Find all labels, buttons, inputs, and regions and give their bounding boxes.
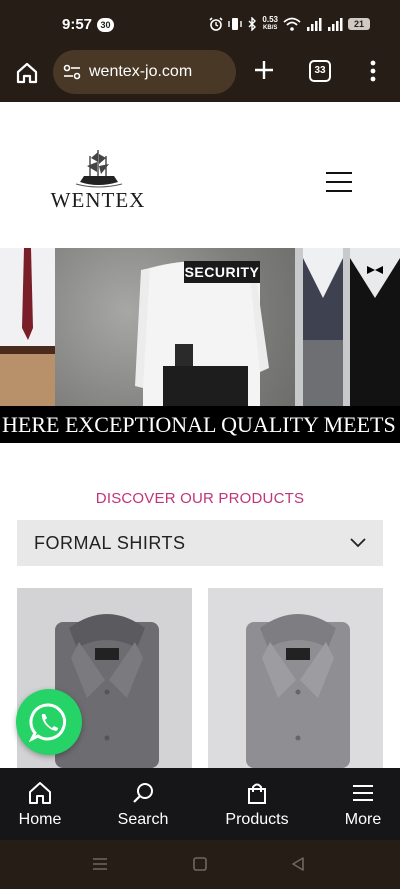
banner-security-label: SECURITY [184, 261, 260, 283]
search-icon [133, 783, 153, 803]
shopping-bag-icon [248, 783, 266, 804]
category-dropdown[interactable]: FORMAL SHIRTS [17, 520, 383, 566]
hamburger-line [326, 172, 352, 174]
bottom-nav: Home Search Products More [0, 768, 400, 840]
system-home-icon[interactable] [193, 857, 207, 871]
bluetooth-icon [248, 17, 257, 31]
whatsapp-chat-button[interactable] [16, 689, 82, 755]
status-icons: 0.53 KB/S 21 [209, 14, 370, 34]
home-icon [29, 782, 51, 804]
marquee-text: HERE EXCEPTIONAL QUALITY MEETS F [2, 412, 400, 437]
site-settings-icon[interactable] [63, 64, 81, 80]
nav-search-label: Search [117, 811, 169, 828]
status-bar: 9:57 30 0.53 KB/S 21 [0, 0, 400, 46]
announcement-marquee: HERE EXCEPTIONAL QUALITY MEETS F [0, 406, 400, 443]
nav-products[interactable]: Products [218, 768, 296, 840]
vibrate-icon [228, 18, 243, 30]
ship-logo-icon [75, 150, 123, 188]
hero-banner[interactable]: SECURITY [0, 248, 400, 406]
chevron-down-icon [350, 538, 366, 548]
net-speed-unit: KB/S [263, 25, 278, 31]
signal-2-icon [328, 18, 343, 31]
nav-products-label: Products [225, 811, 289, 828]
address-bar[interactable]: wentex-jo.com [53, 50, 236, 94]
browser-home-icon[interactable] [14, 60, 40, 86]
menu-icon [353, 785, 373, 801]
notification-badge: 30 [97, 18, 114, 32]
back-icon[interactable] [291, 857, 305, 871]
nav-home[interactable]: Home [10, 768, 70, 840]
browser-toolbar: wentex-jo.com 33 [0, 46, 400, 102]
nav-home-label: Home [18, 811, 62, 828]
nav-search[interactable]: Search [108, 768, 178, 840]
shirt-image [208, 588, 383, 768]
banner-panel-suits [295, 248, 400, 406]
site-header: WENTEX [0, 102, 400, 248]
category-selected-value: FORMAL SHIRTS [34, 532, 186, 553]
net-speed-value: 0.53 [262, 15, 278, 24]
hamburger-line [326, 190, 352, 192]
alarm-icon [209, 17, 223, 31]
battery-indicator: 21 [348, 18, 370, 30]
section-heading: DISCOVER OUR PRODUCTS [95, 490, 305, 507]
browser-menu-icon[interactable] [368, 58, 378, 84]
logo-text: WENTEX [50, 188, 146, 212]
nav-more-label: More [344, 811, 382, 828]
signal-1-icon [307, 18, 322, 31]
wifi-icon [283, 17, 301, 31]
nav-more[interactable]: More [338, 768, 388, 840]
new-tab-icon[interactable] [252, 58, 276, 82]
recents-icon[interactable] [92, 857, 108, 871]
product-card[interactable] [208, 588, 383, 768]
net-speed: 0.53 KB/S [262, 16, 278, 32]
site-menu-button[interactable] [326, 172, 354, 194]
status-time: 9:57 [62, 16, 93, 33]
system-nav-bar [0, 840, 400, 889]
site-logo[interactable]: WENTEX [46, 146, 150, 212]
hamburger-line [326, 181, 352, 183]
url-text: wentex-jo.com [89, 63, 193, 80]
banner-panel-tie [0, 248, 55, 406]
whatsapp-icon [29, 703, 67, 742]
tab-switcher-button[interactable]: 33 [309, 60, 331, 82]
